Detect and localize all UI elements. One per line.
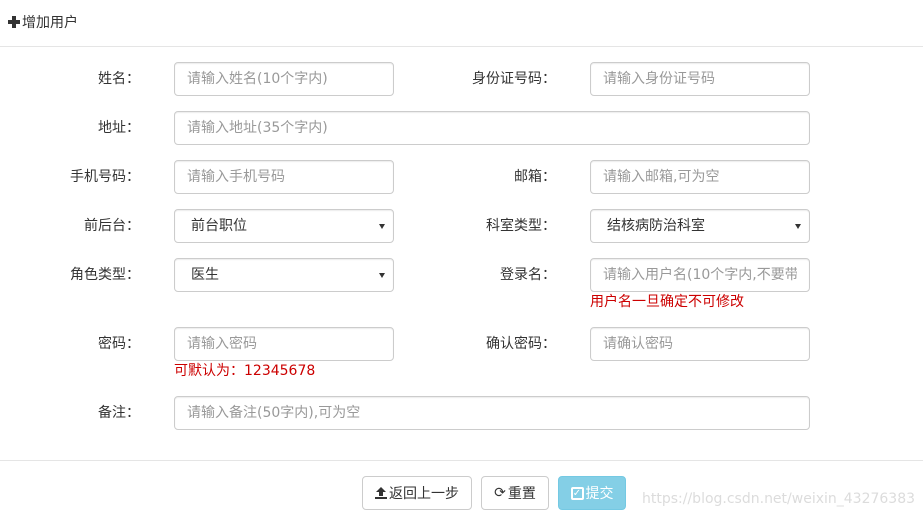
caret-down-icon <box>379 273 385 278</box>
address-input[interactable] <box>174 111 810 145</box>
upload-icon <box>375 487 387 499</box>
page-header: 增加用户 <box>0 0 923 47</box>
department-label: 科室类型： <box>486 218 556 234</box>
phone-input[interactable] <box>174 160 394 194</box>
confirm-label: 确认密码： <box>486 336 556 352</box>
caret-down-icon <box>795 224 801 229</box>
desk-label: 前后台： <box>84 218 140 234</box>
department-select[interactable]: 结核病防治科室 <box>590 209 810 243</box>
department-select-value: 结核病防治科室 <box>607 218 705 234</box>
caret-down-icon <box>379 224 385 229</box>
email-label: 邮箱： <box>514 169 556 185</box>
header-title-text: 增加用户 <box>22 15 78 31</box>
role-select-value: 医生 <box>191 267 219 283</box>
header-title: 增加用户 <box>8 12 78 32</box>
reset-button[interactable]: ⟳ 重置 <box>481 476 549 510</box>
email-input[interactable] <box>590 160 810 194</box>
confirm-password-input[interactable] <box>590 327 810 361</box>
back-button-label: 返回上一步 <box>389 486 459 502</box>
remark-label: 备注： <box>98 405 140 421</box>
name-label: 姓名： <box>98 71 140 87</box>
submit-button-label: 提交 <box>585 486 614 502</box>
refresh-icon: ⟳ <box>494 485 506 501</box>
reset-button-label: 重置 <box>507 486 536 502</box>
submit-button[interactable]: ✓ 提交 <box>558 476 626 510</box>
desk-select[interactable]: 前台职位 <box>174 209 394 243</box>
login-hint: 用户名一旦确定不可修改 <box>590 294 744 310</box>
address-label: 地址： <box>98 120 140 136</box>
remark-input[interactable] <box>174 396 810 430</box>
name-input[interactable] <box>174 62 394 96</box>
watermark: https://blog.csdn.net/weixin_43276383 <box>642 491 916 507</box>
check-square-icon: ✓ <box>570 486 584 500</box>
idcard-input[interactable] <box>590 62 810 96</box>
back-button[interactable]: 返回上一步 <box>362 476 472 510</box>
role-select[interactable]: 医生 <box>174 258 394 292</box>
login-input[interactable] <box>590 258 810 292</box>
password-input[interactable] <box>174 327 394 361</box>
role-label: 角色类型： <box>70 267 140 283</box>
login-label: 登录名： <box>500 267 556 283</box>
idcard-label: 身份证号码： <box>472 71 556 87</box>
plus-icon <box>8 16 20 28</box>
password-hint: 可默认为：12345678 <box>174 363 316 379</box>
desk-select-value: 前台职位 <box>191 218 247 234</box>
password-label: 密码： <box>98 336 140 352</box>
phone-label: 手机号码： <box>70 169 140 185</box>
